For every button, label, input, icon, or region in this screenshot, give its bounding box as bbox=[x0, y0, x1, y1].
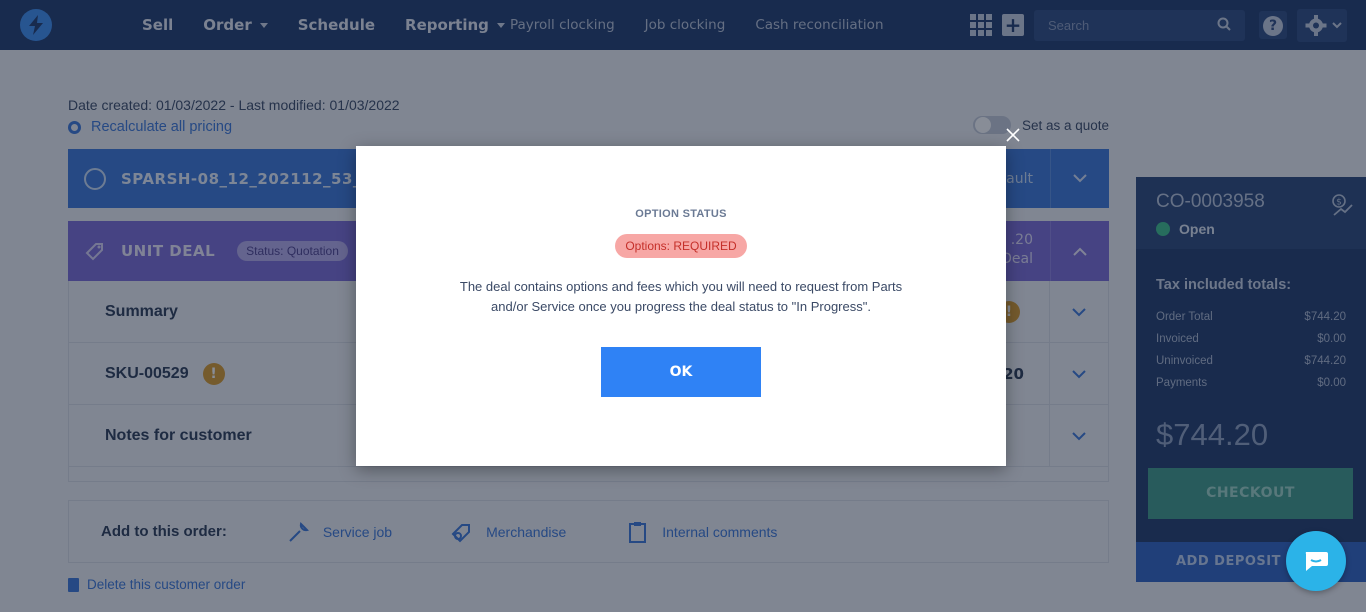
option-status-dialog: OPTION STATUS Options: REQUIRED The deal… bbox=[356, 146, 1006, 466]
chat-icon bbox=[1305, 552, 1328, 571]
dialog-title: OPTION STATUS bbox=[635, 208, 727, 220]
chat-button[interactable] bbox=[1286, 531, 1346, 591]
close-icon[interactable] bbox=[1005, 127, 1021, 143]
ok-button[interactable]: OK bbox=[601, 347, 761, 397]
dialog-message: The deal contains options and fees which… bbox=[459, 279, 903, 314]
options-required-badge: Options: REQUIRED bbox=[615, 234, 747, 258]
